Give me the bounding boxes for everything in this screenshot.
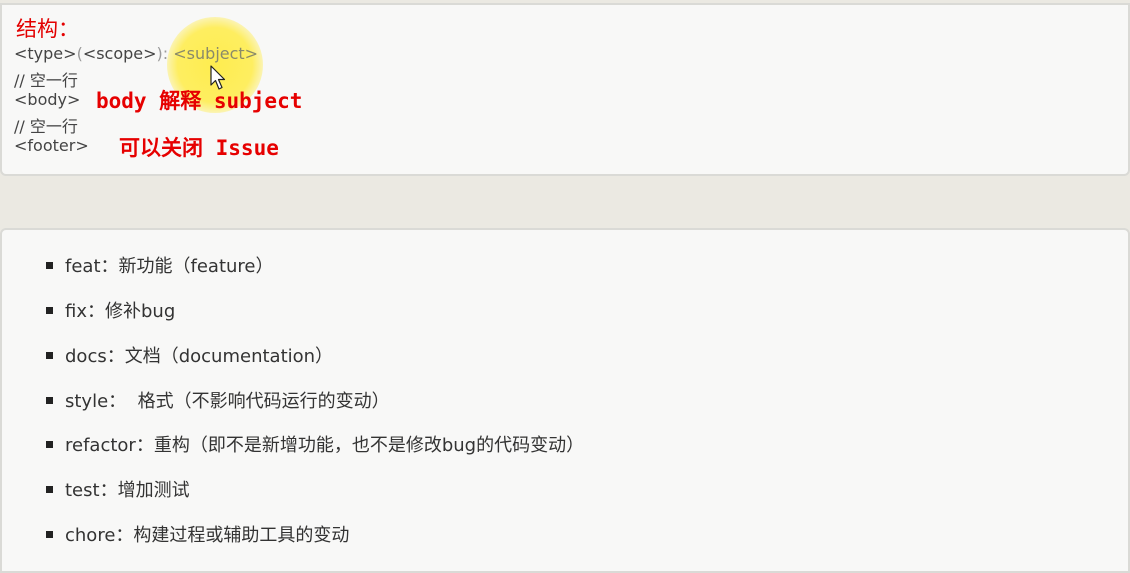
type-sep: ： (87, 301, 105, 322)
paren-close-token: ): (156, 44, 169, 63)
type-key: docs (65, 346, 107, 367)
list-item-test: test：增加测试 (46, 476, 190, 502)
type-sep: ： (135, 435, 154, 456)
type-token: <type> (14, 44, 77, 63)
type-sep: ： (106, 346, 125, 367)
footer-annotation: 可以关闭 Issue (119, 136, 279, 160)
type-desc: 重构（即不是新增功能，也不是修改bug的代码变动） (153, 435, 585, 456)
square-bullet-icon (46, 396, 53, 404)
type-key: fix (65, 301, 87, 322)
square-bullet-icon (46, 530, 53, 538)
square-bullet-icon (46, 351, 53, 359)
list-item-feat: feat：新功能（feature） (46, 252, 274, 278)
list-item-docs: docs：文档（documentation） (46, 342, 333, 368)
list-item-style: style： 格式（不影响代码运行的变动） (46, 387, 390, 413)
type-desc: 构建过程或辅助工具的变动 (133, 525, 350, 546)
type-key: chore (65, 525, 116, 546)
scope-token: <scope> (82, 44, 157, 63)
type-key: test (65, 480, 100, 501)
square-bullet-icon (46, 440, 53, 448)
code-line-footer: <footer> (14, 136, 89, 155)
type-key: style (65, 391, 109, 412)
code-line-body: <body> (14, 90, 81, 109)
structure-panel: 结构： <type>(<scope>): <subject> // 空一行 <b… (0, 3, 1130, 176)
type-desc: 新功能（feature） (118, 256, 274, 277)
type-desc: 格式（不影响代码运行的变动） (137, 391, 390, 412)
square-bullet-icon (46, 306, 53, 314)
type-desc: 文档（documentation） (124, 346, 334, 367)
type-desc: 增加测试 (117, 480, 190, 501)
code-line-empty-comment-1: // 空一行 (14, 71, 78, 90)
type-sep: ： (108, 391, 138, 412)
type-sep: ： (100, 256, 119, 277)
square-bullet-icon (46, 485, 53, 493)
body-annotation: body 解释 subject (96, 89, 303, 113)
subject-token: <subject> (168, 44, 259, 63)
type-sep: ： (99, 480, 118, 501)
type-key: refactor (65, 435, 136, 456)
type-sep: ： (115, 525, 134, 546)
code-line-header: <type>(<scope>): <subject> (14, 44, 258, 63)
square-bullet-icon (46, 261, 53, 269)
commit-types-panel: feat：新功能（feature） fix：修补bug docs：文档（docu… (0, 228, 1130, 573)
type-desc: 修补bug (105, 301, 176, 322)
mouse-pointer-icon (210, 65, 226, 90)
list-item-chore: chore：构建过程或辅助工具的变动 (46, 521, 349, 547)
code-line-empty-comment-2: // 空一行 (14, 117, 78, 136)
structure-title: 结构： (16, 17, 79, 41)
type-key: feat (65, 256, 101, 277)
list-item-fix: fix：修补bug (46, 297, 175, 323)
list-item-refactor: refactor：重构（即不是新增功能，也不是修改bug的代码变动） (46, 431, 584, 457)
